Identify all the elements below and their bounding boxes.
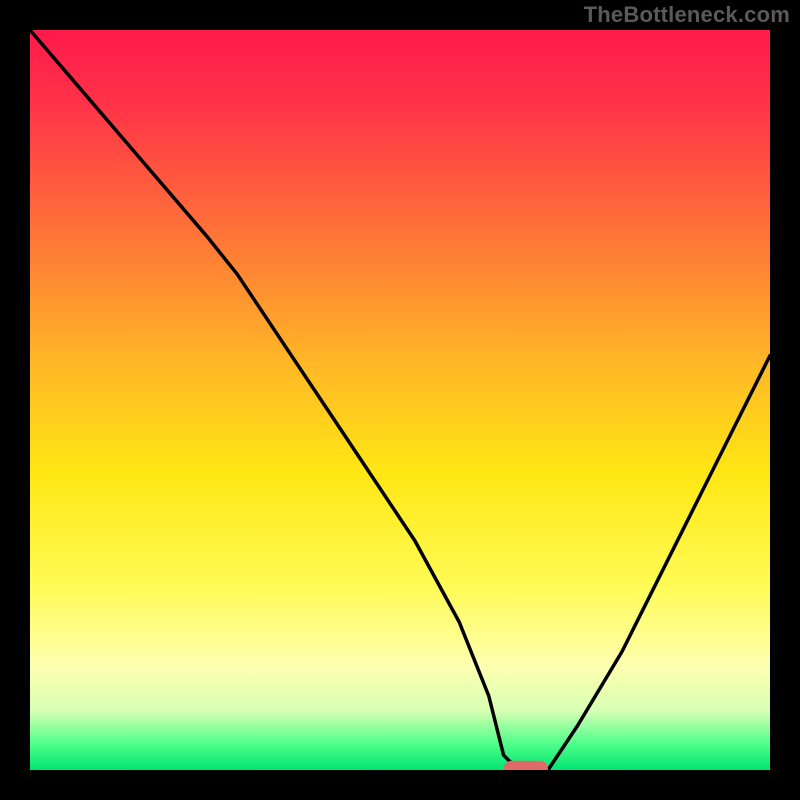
- bottleneck-chart: [0, 0, 800, 800]
- watermark-label: TheBottleneck.com: [584, 2, 790, 28]
- chart-background-gradient: [30, 30, 770, 770]
